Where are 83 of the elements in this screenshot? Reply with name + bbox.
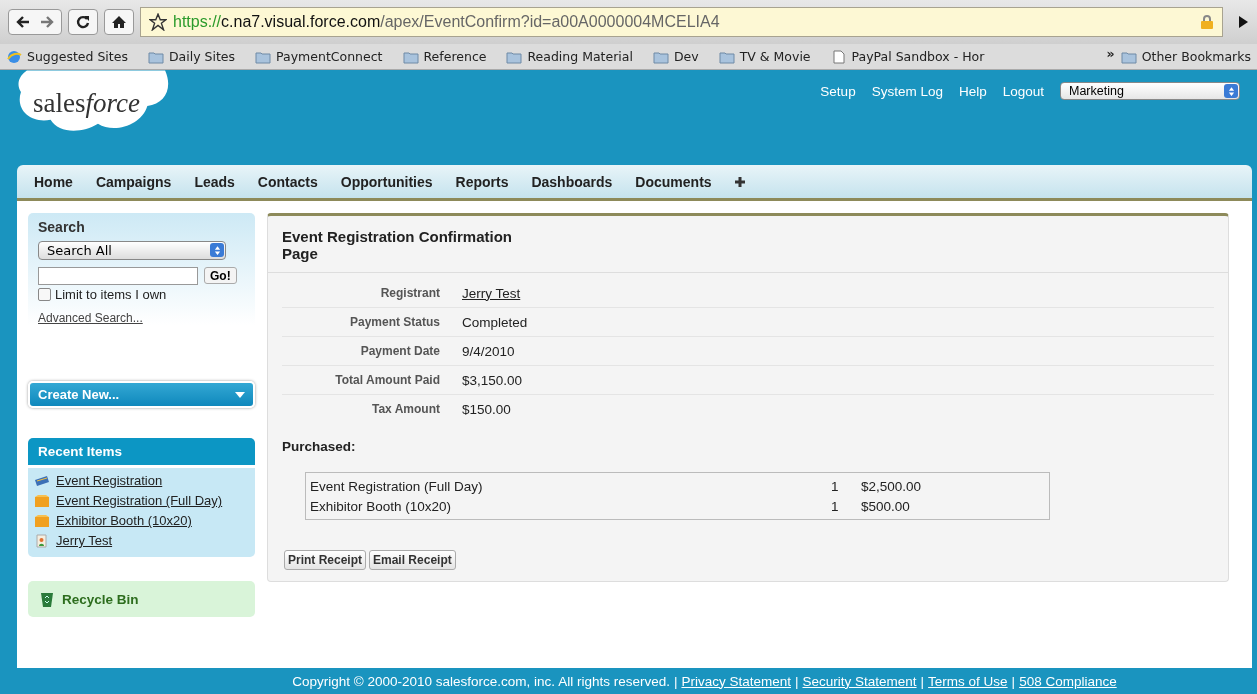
field-value: Completed <box>462 314 528 330</box>
folder-icon <box>652 49 669 64</box>
checkbox[interactable] <box>38 288 51 301</box>
more-bookmarks-button[interactable]: » <box>1106 46 1115 61</box>
folder-icon <box>402 49 419 64</box>
field-value: $150.00 <box>462 401 511 417</box>
separator: | <box>673 673 678 689</box>
bookmark[interactable]: Dev <box>652 49 699 64</box>
bookmark[interactable]: Daily Sites <box>147 49 236 64</box>
receipt-button[interactable]: Print Receipt <box>284 550 366 570</box>
table-cell-text: Exhibitor Booth (10x20) <box>310 498 453 514</box>
nav-tab[interactable]: Reports <box>455 173 509 190</box>
folder-icon <box>718 49 735 64</box>
contact-card-icon <box>34 533 50 548</box>
recent-item-link[interactable]: Event Registration (Full Day) <box>56 493 223 508</box>
box-icon <box>34 513 50 528</box>
go-button[interactable]: Go! <box>204 267 237 284</box>
advanced-search-link[interactable]: Advanced Search... <box>38 311 245 325</box>
table-cell: $500.00 <box>861 498 910 514</box>
nav-tab[interactable]: Contacts <box>257 173 318 190</box>
field-label: Payment Date <box>359 344 441 358</box>
bookmark[interactable]: TV & Movie <box>718 49 811 64</box>
field-value: $3,150.00 <box>462 372 523 388</box>
bookmark[interactable]: Reference <box>402 49 487 64</box>
recent-item-link[interactable]: Jerry Test <box>56 533 113 548</box>
nav-tab[interactable]: Documents <box>635 173 712 190</box>
search-scope-select[interactable]: Search All <box>38 241 226 260</box>
field-value: 9/4/2010 <box>462 343 515 359</box>
updown-arrows-icon <box>213 244 221 256</box>
updown-arrows-icon <box>1227 85 1235 97</box>
bookmark[interactable]: PaymentConnect <box>255 49 383 64</box>
home-icon[interactable] <box>104 9 134 35</box>
star-icon[interactable] <box>149 13 167 31</box>
globe-icon <box>6 49 22 64</box>
table-cell: $2,500.00 <box>861 478 922 494</box>
search-field[interactable] <box>38 267 198 285</box>
nav-tab[interactable]: Opportunities <box>340 173 433 190</box>
lock-icon <box>1200 14 1214 30</box>
table-cell-text: 1 <box>831 478 840 494</box>
box-icon <box>34 493 50 508</box>
folder-icon <box>147 49 164 64</box>
page-title: Event Registration Confirmation Page <box>268 216 1228 273</box>
search-title: Search <box>38 219 86 235</box>
bookmark[interactable]: PayPal Sandbox - Hor <box>830 49 985 64</box>
add-tab-icon[interactable] <box>734 176 745 187</box>
copyright-text: Copyright © 2000-2010 salesforce.com, inc. All rights reserved. <box>292 673 670 689</box>
purchased-heading: Purchased: <box>281 438 357 454</box>
field-label: Payment Status <box>348 315 441 329</box>
separator: | <box>920 673 925 689</box>
nav-tab[interactable]: Leads <box>194 173 235 190</box>
bookmark[interactable]: Reading Material <box>506 49 633 64</box>
table-cell-text: 1 <box>831 498 840 514</box>
nav-tab[interactable]: Home <box>34 173 73 190</box>
back-icon[interactable] <box>15 14 31 30</box>
nav-tab[interactable]: Campaigns <box>95 173 172 190</box>
field-label: Registrant <box>379 286 441 300</box>
dropdown-arrow-icon <box>235 391 245 398</box>
folder-icon <box>255 49 272 64</box>
table-cell-text: Event Registration (Full Day) <box>310 478 484 494</box>
recent-items-header: Recent Items <box>28 438 255 465</box>
nav-tab[interactable]: Dashboards <box>531 173 613 190</box>
checkbox-label: Limit to items I own <box>55 287 167 302</box>
ticket-icon <box>34 473 50 488</box>
page-icon <box>830 49 847 64</box>
recycle-bin-link[interactable]: Recycle Bin <box>62 591 139 607</box>
recycle-bin-panel[interactable]: Recycle Bin <box>28 581 255 617</box>
recent-item-link[interactable]: Exhibitor Booth (10x20) <box>56 513 192 528</box>
separator: | <box>1011 673 1016 689</box>
receipt-button[interactable]: Email Receipt <box>369 550 456 570</box>
folder-icon <box>506 49 523 64</box>
app-menu[interactable]: Marketing <box>1060 82 1240 100</box>
field-value-link[interactable]: Jerry Test <box>462 285 521 301</box>
address-bar[interactable]: https://c.na7.visual.force.com/apex/EventConfirm?id=a00A0000004MCELIA4 <box>140 7 1223 37</box>
bookmark[interactable]: Suggested Sites <box>6 49 128 64</box>
folder-icon <box>1120 49 1137 64</box>
forward-icon[interactable] <box>39 14 55 30</box>
separator: | <box>795 673 799 689</box>
reload-icon[interactable] <box>68 9 98 35</box>
trash-icon <box>40 591 54 607</box>
field-label: Tax Amount <box>371 402 441 416</box>
bookmark[interactable]: Other Bookmarks <box>1120 49 1251 64</box>
field-label: Total Amount Paid <box>334 373 441 387</box>
recent-item-link[interactable]: Event Registration <box>56 473 163 488</box>
